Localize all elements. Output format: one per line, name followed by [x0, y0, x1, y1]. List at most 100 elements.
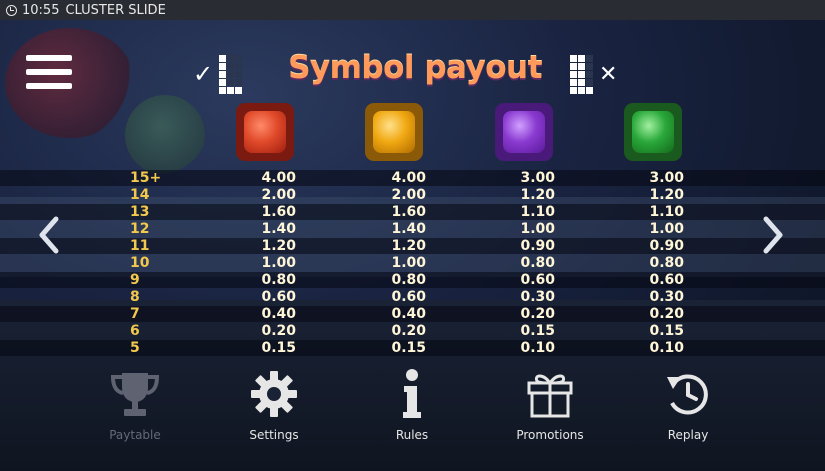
payout-yellow: 0.15 — [391, 340, 426, 356]
status-time: 10:55 — [22, 2, 60, 18]
payout-purple: 0.80 — [520, 255, 555, 271]
payout-yellow: 0.40 — [391, 306, 426, 322]
table-row: 12 1.40 1.40 1.00 1.00 — [0, 221, 825, 237]
cluster-count: 5 — [130, 340, 140, 356]
nav-label-settings: Settings — [249, 428, 299, 442]
table-row: 6 0.20 0.20 0.15 0.15 — [0, 323, 825, 339]
background-planet-green — [125, 95, 205, 175]
menu-button[interactable] — [26, 55, 72, 93]
gift-icon — [495, 368, 605, 420]
payout-green: 1.20 — [649, 187, 684, 203]
payout-green: 3.00 — [649, 170, 684, 186]
nav-label-replay: Replay — [667, 428, 709, 442]
payout-purple: 1.10 — [520, 204, 555, 220]
nav-settings[interactable]: Settings — [219, 368, 329, 442]
table-row: 11 1.20 1.20 0.90 0.90 — [0, 238, 825, 254]
red-gem-icon — [236, 103, 294, 161]
payout-purple: 1.20 — [520, 187, 555, 203]
replay-icon — [633, 368, 743, 420]
payout-yellow: 1.40 — [391, 221, 426, 237]
payout-yellow: 1.20 — [391, 238, 426, 254]
trophy-icon — [80, 368, 190, 420]
table-row: 14 2.00 2.00 1.20 1.20 — [0, 187, 825, 203]
table-row: 9 0.80 0.80 0.60 0.60 — [0, 272, 825, 288]
payout-purple: 3.00 — [520, 170, 555, 186]
payout-green: 0.80 — [649, 255, 684, 271]
payout-purple: 1.00 — [520, 221, 555, 237]
cross-icon: ✕ — [599, 61, 618, 87]
nav-label-promotions: Promotions — [516, 428, 584, 442]
table-row: 13 1.60 1.60 1.10 1.10 — [0, 204, 825, 220]
payout-purple: 0.90 — [520, 238, 555, 254]
green-gem-icon — [624, 103, 682, 161]
hamburger-line — [26, 83, 72, 89]
grid-off-indicator: ✕ — [570, 54, 617, 94]
payout-purple: 0.30 — [520, 289, 555, 305]
status-bar: 10:55 CLUSTER SLIDE — [0, 0, 825, 20]
table-row: 7 0.40 0.40 0.20 0.20 — [0, 306, 825, 322]
payout-red: 0.20 — [261, 323, 296, 339]
payout-yellow: 0.60 — [391, 289, 426, 305]
payout-green: 0.30 — [649, 289, 684, 305]
cluster-count: 10 — [130, 255, 150, 271]
table-row: 10 1.00 1.00 0.80 0.80 — [0, 255, 825, 271]
payout-green: 0.60 — [649, 272, 684, 288]
payout-red: 1.40 — [261, 221, 296, 237]
payout-green: 1.10 — [649, 204, 684, 220]
table-row: 5 0.15 0.15 0.10 0.10 — [0, 340, 825, 356]
payout-purple: 0.15 — [520, 323, 555, 339]
payout-green: 0.90 — [649, 238, 684, 254]
payout-red: 1.00 — [261, 255, 296, 271]
payout-red: 1.60 — [261, 204, 296, 220]
cluster-count: 7 — [130, 306, 140, 322]
payout-green: 1.00 — [649, 221, 684, 237]
grid-on-indicator: ✓ — [193, 54, 243, 94]
chevron-left-icon — [39, 216, 59, 254]
cluster-count: 9 — [130, 272, 140, 288]
payout-yellow: 1.00 — [391, 255, 426, 271]
payout-red: 0.80 — [261, 272, 296, 288]
next-page-button[interactable] — [760, 215, 786, 264]
check-icon: ✓ — [193, 60, 214, 88]
clock-icon — [6, 4, 17, 16]
cluster-count: 12 — [130, 221, 150, 237]
nav-rules[interactable]: Rules — [357, 368, 467, 442]
hamburger-line — [26, 69, 72, 75]
gear-icon — [219, 368, 329, 420]
payout-yellow: 1.60 — [391, 204, 426, 220]
previous-page-button[interactable] — [36, 215, 62, 264]
nav-label-rules: Rules — [395, 428, 429, 442]
info-icon — [357, 368, 467, 420]
nav-promotions[interactable]: Promotions — [495, 368, 605, 442]
payout-green: 0.15 — [649, 323, 684, 339]
cluster-count: 8 — [130, 289, 140, 305]
cluster-count: 13 — [130, 204, 150, 220]
cluster-count: 14 — [130, 187, 150, 203]
payout-green: 0.20 — [649, 306, 684, 322]
payout-yellow: 4.00 — [391, 170, 426, 186]
payout-purple: 0.20 — [520, 306, 555, 322]
payout-red: 4.00 — [261, 170, 296, 186]
payout-red: 0.15 — [261, 340, 296, 356]
payout-red: 0.60 — [261, 289, 296, 305]
payout-purple: 0.60 — [520, 272, 555, 288]
payout-green: 0.10 — [649, 340, 684, 356]
status-app-title: CLUSTER SLIDE — [65, 2, 166, 18]
grid-icon — [570, 54, 593, 94]
nav-label-paytable: Paytable — [109, 428, 161, 442]
payout-yellow: 2.00 — [391, 187, 426, 203]
yellow-gem-icon — [365, 103, 423, 161]
payout-yellow: 0.80 — [391, 272, 426, 288]
payout-yellow: 0.20 — [391, 323, 426, 339]
chevron-right-icon — [763, 216, 783, 254]
cluster-count: 15+ — [130, 170, 162, 186]
purple-gem-icon — [495, 103, 553, 161]
table-row: 8 0.60 0.60 0.30 0.30 — [0, 289, 825, 305]
page-title: Symbol payout — [288, 50, 542, 86]
cluster-count: 6 — [130, 323, 140, 339]
payout-red: 0.40 — [261, 306, 296, 322]
cluster-count: 11 — [130, 238, 150, 254]
nav-paytable[interactable]: Paytable — [80, 368, 190, 442]
payout-purple: 0.10 — [520, 340, 555, 356]
nav-replay[interactable]: Replay — [633, 368, 743, 442]
